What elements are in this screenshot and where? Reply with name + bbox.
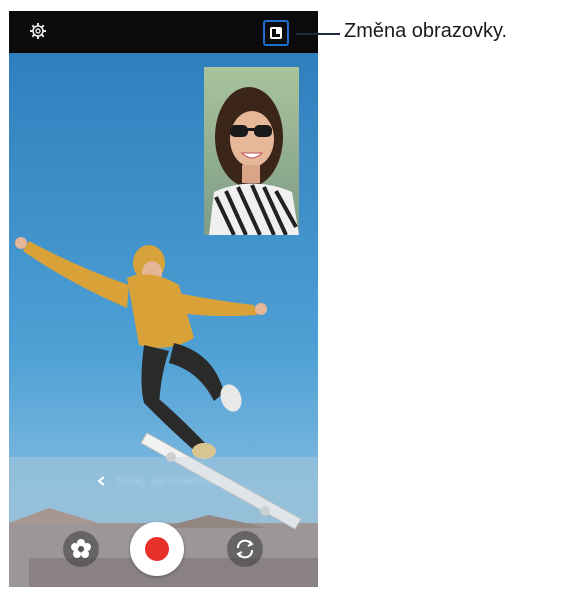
screen-change-button[interactable] <box>263 20 289 46</box>
camera-switch-icon <box>236 539 254 559</box>
chevron-left-icon[interactable] <box>96 475 108 487</box>
record-dot-icon <box>145 537 169 561</box>
effects-button[interactable] <box>63 531 99 567</box>
flower-effect-icon <box>71 539 91 558</box>
front-camera-preview[interactable] <box>204 67 299 235</box>
camera-screen: DUAL RECORDING <box>9 11 318 587</box>
selfie-image <box>209 87 299 235</box>
switch-camera-button[interactable] <box>227 531 263 567</box>
top-toolbar <box>9 11 318 53</box>
picture-in-picture-icon <box>270 27 282 39</box>
record-button[interactable] <box>130 522 184 576</box>
callout-label: Změna obrazovky. <box>344 20 508 42</box>
callout-line <box>296 33 340 35</box>
gear-icon[interactable] <box>29 22 47 40</box>
mode-label[interactable]: DUAL RECORDING <box>117 477 221 488</box>
